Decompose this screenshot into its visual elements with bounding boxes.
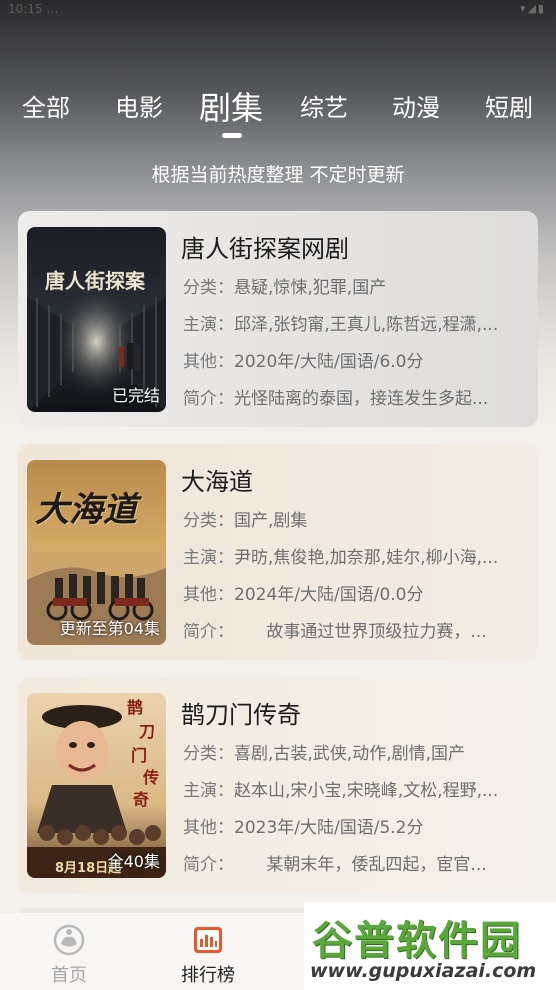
status-badge: 更新至第04集	[59, 619, 160, 638]
category-label: 分类：	[183, 278, 234, 298]
watermark-logo: 谷普软件园	[312, 918, 522, 964]
intro-value: 光怪陆离的泰国，接连发生多起...	[234, 389, 489, 409]
status-badge: 已完结	[111, 386, 160, 405]
show-card[interactable]: 鹊 刀 门 传 奇 8月18日起 全40集 鹊刀门传奇 分类：喜剧,古装,武侠,…	[18, 677, 538, 893]
intro-row: 简介： 故事通过世界顶级拉力赛，...	[183, 617, 523, 642]
intro-value: 故事通过世界顶级拉力赛，...	[234, 622, 487, 642]
show-title: 唐人街探案网剧	[181, 235, 349, 263]
nav-ranking[interactable]: 排行榜	[148, 913, 268, 990]
other-value: 2023年/大陆/国语/5.2分	[234, 818, 424, 838]
other-value: 2020年/大陆/国语/6.0分	[234, 352, 424, 372]
intro-label: 简介：	[183, 855, 234, 875]
category-value: 悬疑,惊悚,犯罪,国产	[234, 278, 387, 298]
other-label: 其他：	[183, 818, 234, 838]
svg-text:门: 门	[131, 746, 147, 765]
poster-image: 大海道 更新至第04集	[27, 460, 166, 645]
category-row: 分类：国产,剧集	[183, 506, 523, 531]
category-value: 国产,剧集	[234, 511, 308, 531]
cast-row: 主演：尹昉,焦俊艳,加奈那,娃尔,柳小海,...	[183, 543, 523, 568]
category-tabs: 全部 电影 剧集 综艺 动漫 短剧	[0, 88, 556, 132]
nav-home[interactable]: 首页	[9, 913, 129, 990]
svg-text:鹊: 鹊	[127, 698, 143, 717]
poster-title-text: 唐人街探案	[45, 269, 145, 293]
other-label: 其他：	[183, 585, 234, 605]
home-icon	[53, 924, 85, 956]
intro-label: 简介：	[183, 622, 234, 642]
show-card[interactable]: 大海道 更新至第04集 大海道 分类：国产,剧集 主演：尹昉,焦俊艳,加奈那,娃…	[18, 444, 538, 660]
category-label: 分类：	[183, 511, 234, 531]
intro-row: 简介：光怪陆离的泰国，接连发生多起...	[183, 384, 523, 409]
show-title: 鹊刀门传奇	[181, 701, 301, 729]
cast-label: 主演：	[183, 548, 234, 568]
cast-label: 主演：	[183, 781, 234, 801]
intro-label: 简介：	[183, 389, 234, 409]
ranking-subtitle: 根据当前热度整理 不定时更新	[151, 164, 405, 186]
tab-movies[interactable]: 电影	[115, 88, 163, 123]
other-row: 其他：2023年/大陆/国语/5.2分	[183, 813, 523, 838]
cast-row: 主演：赵本山,宋小宝,宋晓峰,文松,程野,...	[183, 776, 523, 801]
tab-short-drama[interactable]: 短剧	[485, 88, 533, 123]
status-bar: 10:15 … ▾◢▮	[0, 0, 556, 22]
poster-title-text: 大海道	[35, 490, 137, 530]
cast-row: 主演：邱泽,张钧甯,王真儿,陈哲远,程潇,...	[183, 310, 523, 335]
poster-image: 唐人街探案 已完结	[27, 227, 166, 412]
watermark-url: www.gupuxiazai.com	[310, 960, 537, 982]
ranking-icon	[194, 927, 222, 953]
other-row: 其他：2024年/大陆/国语/0.0分	[183, 580, 523, 605]
category-label: 分类：	[183, 744, 234, 764]
category-row: 分类：悬疑,惊悚,犯罪,国产	[183, 273, 523, 298]
status-badge: 全40集	[107, 852, 160, 871]
tab-all[interactable]: 全部	[22, 88, 70, 123]
intro-row: 简介： 某朝末年，倭乱四起，宦官...	[183, 850, 523, 875]
nav-home-label: 首页	[51, 965, 87, 986]
category-value: 喜剧,古装,武侠,动作,剧情,国产	[234, 744, 466, 764]
cast-label: 主演：	[183, 315, 234, 335]
svg-text:传: 传	[142, 768, 159, 787]
watermark: 谷普软件园 www.gupuxiazai.com	[304, 902, 556, 990]
show-title: 大海道	[181, 468, 253, 496]
tab-anime[interactable]: 动漫	[392, 88, 440, 123]
nav-ranking-label: 排行榜	[181, 965, 235, 986]
intro-value: 某朝末年，倭乱四起，宦官...	[234, 855, 487, 875]
other-row: 其他：2020年/大陆/国语/6.0分	[183, 347, 523, 372]
status-time: 10:15 …	[8, 2, 59, 16]
tab-variety[interactable]: 综艺	[300, 88, 348, 123]
status-icons: ▾◢▮	[519, 2, 546, 15]
cast-value: 尹昉,焦俊艳,加奈那,娃尔,柳小海,...	[234, 548, 499, 568]
show-card[interactable]: 唐人街探案 已完结 唐人街探案网剧 分类：悬疑,惊悚,犯罪,国产 主演：邱泽,张…	[18, 211, 538, 427]
cast-value: 赵本山,宋小宝,宋晓峰,文松,程野,...	[234, 781, 499, 801]
active-tab-indicator	[222, 133, 242, 138]
svg-text:奇: 奇	[133, 790, 149, 809]
category-row: 分类：喜剧,古装,武侠,动作,剧情,国产	[183, 739, 523, 764]
other-label: 其他：	[183, 352, 234, 372]
svg-text:刀: 刀	[139, 722, 155, 741]
cast-value: 邱泽,张钧甯,王真儿,陈哲远,程潇,...	[234, 315, 499, 335]
poster-image: 鹊 刀 门 传 奇 8月18日起 全40集	[27, 693, 166, 878]
other-value: 2024年/大陆/国语/0.0分	[234, 585, 424, 605]
tab-series[interactable]: 剧集	[199, 83, 263, 129]
